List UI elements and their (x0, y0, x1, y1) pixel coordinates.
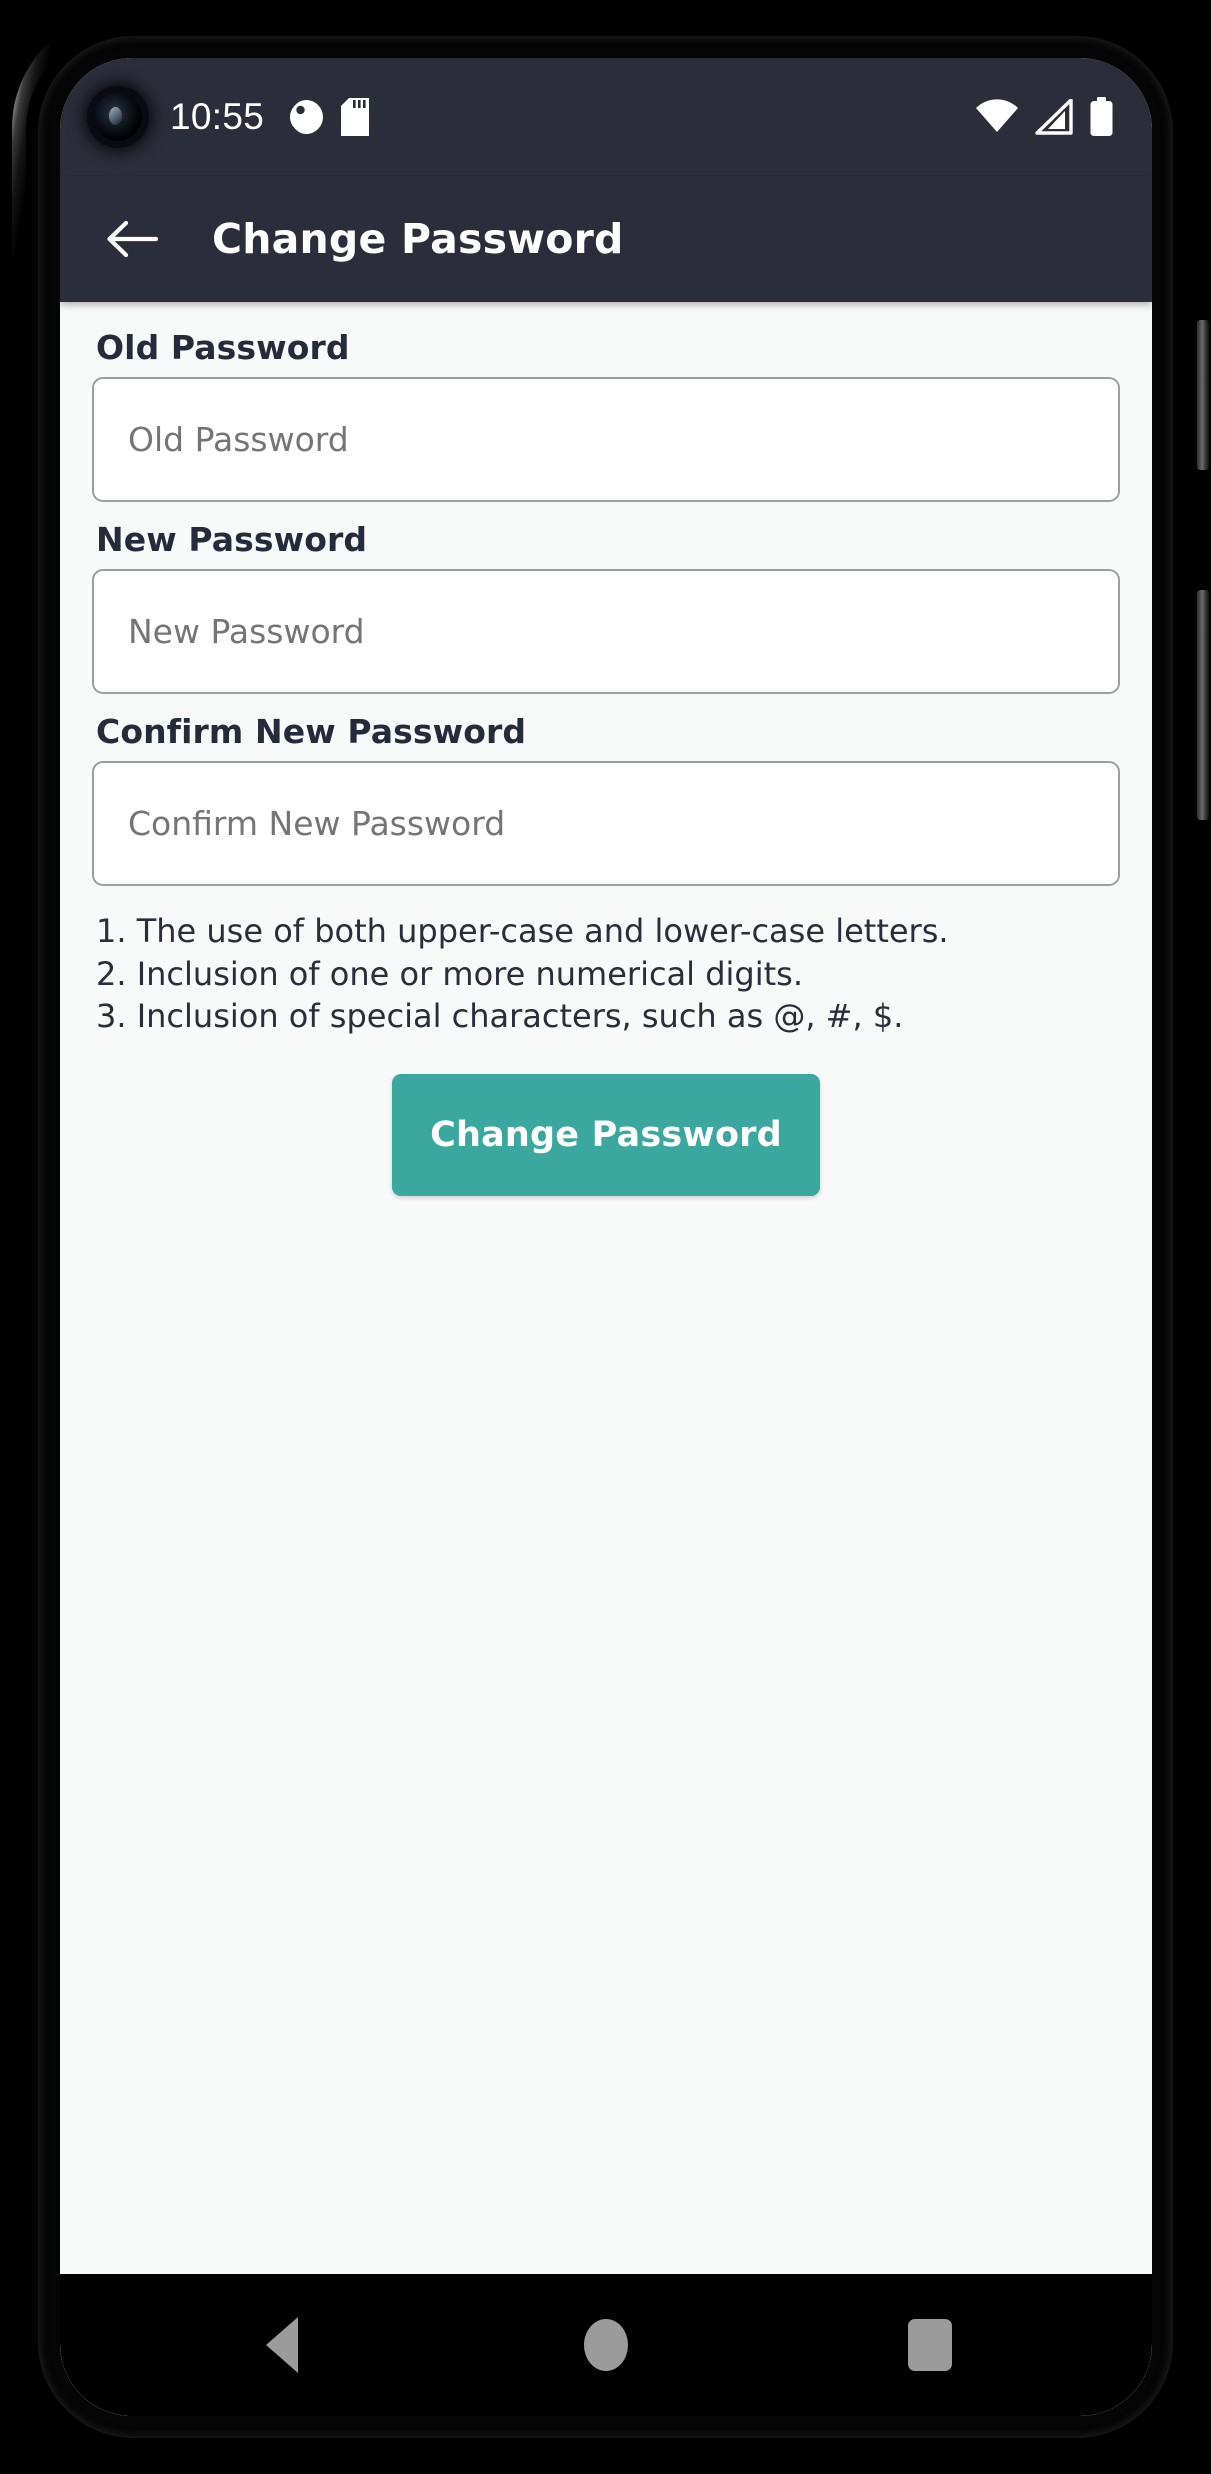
confirm-new-password-field-group: Confirm New Password (92, 712, 1120, 886)
battery-icon (1090, 97, 1113, 136)
cellular-signal-icon (1035, 99, 1073, 135)
status-bar-clock: 10:55 (170, 96, 265, 137)
status-bar: 10:55 (60, 58, 1152, 176)
phone-screen: 10:55 Change Password Old Password New P… (60, 58, 1152, 2416)
change-password-button[interactable]: Change Password (392, 1073, 820, 1196)
password-rule-2: 2. Inclusion of one or more numerical di… (96, 954, 804, 993)
power-button[interactable] (1197, 590, 1209, 820)
moon-do-not-disturb-icon (290, 100, 324, 134)
confirm-new-password-label: Confirm New Password (96, 712, 527, 751)
home-nav-button[interactable] (551, 2290, 661, 2400)
front-camera-punch-hole-icon (94, 93, 142, 141)
circle-home-icon (584, 2319, 628, 2371)
old-password-field-group: Old Password (92, 328, 1120, 502)
password-rules-list: 1. The use of both upper-case and lower-… (96, 910, 1120, 1038)
page-title: Change Password (212, 215, 624, 263)
sd-card-icon (341, 98, 370, 136)
app-bar: Change Password (60, 176, 1152, 302)
arrow-left-icon (107, 220, 158, 258)
old-password-label: Old Password (96, 328, 350, 367)
confirm-new-password-input[interactable] (92, 761, 1120, 886)
change-password-form: Old Password New Password Confirm New Pa… (60, 302, 1152, 2416)
phone-device-frame: 10:55 Change Password Old Password New P… (0, 0, 1211, 2474)
new-password-field-group: New Password (92, 520, 1120, 694)
square-recents-icon (908, 2319, 952, 2371)
triangle-back-icon (266, 2317, 298, 2373)
back-nav-button[interactable] (227, 2290, 337, 2400)
status-bar-left-icons (290, 98, 370, 136)
recents-nav-button[interactable] (875, 2290, 985, 2400)
status-bar-right-icons (975, 97, 1114, 137)
submit-row: Change Password (92, 1073, 1120, 1196)
password-rule-1: 1. The use of both upper-case and lower-… (96, 912, 949, 950)
new-password-input[interactable] (92, 569, 1120, 694)
android-navigation-bar (60, 2274, 1152, 2416)
new-password-label: New Password (96, 520, 368, 559)
old-password-input[interactable] (92, 377, 1120, 502)
password-rule-3: 3. Inclusion of special characters, such… (96, 997, 904, 1036)
volume-button[interactable] (1197, 320, 1209, 470)
wifi-icon (976, 99, 1018, 132)
back-button[interactable] (96, 203, 168, 275)
